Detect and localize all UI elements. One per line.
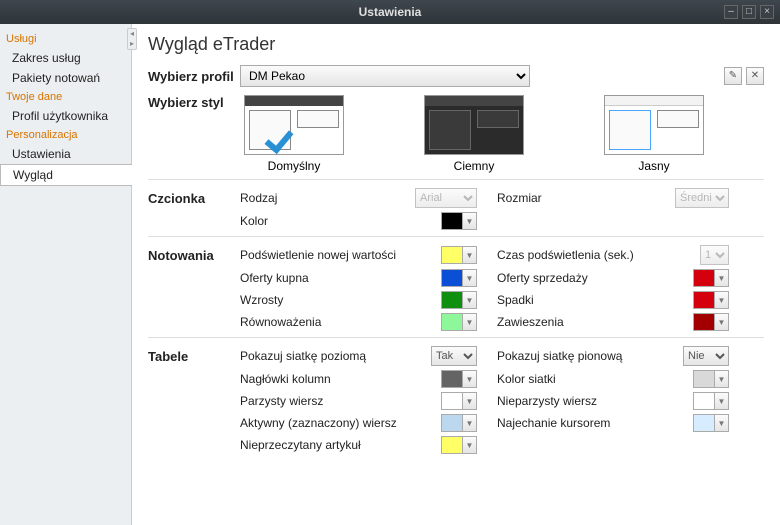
odd-row-color-picker[interactable]: ▼ (693, 392, 729, 410)
vgrid-select[interactable]: Nie (683, 346, 729, 366)
sidebar-header-personalization: Personalizacja (0, 126, 131, 144)
suspension-color-picker[interactable]: ▼ (693, 313, 729, 331)
hgrid-label: Pokazuj siatkę poziomą (240, 349, 415, 363)
style-option-light[interactable]: Jasny (604, 95, 704, 173)
check-icon (265, 116, 301, 146)
hgrid-select[interactable]: Tak (431, 346, 477, 366)
odd-row-label: Nieparzysty wiersz (497, 394, 667, 408)
chevron-down-icon: ▼ (462, 213, 476, 229)
sidebar-item-quote-packages[interactable]: Pakiety notowań (0, 68, 131, 88)
edit-profile-button[interactable]: ✎ (724, 67, 742, 85)
sidebar-header-services: Usługi (0, 30, 131, 48)
up-color-picker[interactable]: ▼ (441, 291, 477, 309)
grid-color-picker[interactable]: ▼ (693, 370, 729, 388)
style-label: Wybierz styl (148, 95, 240, 110)
highlight-time-label: Czas podświetlenia (sek.) (497, 248, 667, 262)
down-color-picker[interactable]: ▼ (693, 291, 729, 309)
balance-label: Równoważenia (240, 315, 415, 329)
highlight-label: Podświetlenie nowej wartości (240, 248, 415, 262)
sidebar-item-service-scope[interactable]: Zakres usług (0, 48, 131, 68)
vgrid-label: Pokazuj siatkę pionową (497, 349, 667, 363)
even-row-label: Parzysty wiersz (240, 394, 415, 408)
section-font: Czcionka (148, 191, 240, 206)
section-tables: Tabele (148, 349, 240, 364)
highlight-time-select: 1 (700, 245, 729, 265)
maximize-button[interactable]: □ (742, 5, 756, 19)
highlight-color-picker[interactable]: ▼ (441, 246, 477, 264)
titlebar: Ustawienia – □ × (0, 0, 780, 24)
sidebar-header-yourdata: Twoje dane (0, 88, 131, 106)
profile-label: Wybierz profil (148, 69, 240, 84)
minimize-button[interactable]: – (724, 5, 738, 19)
font-size-label: Rozmiar (497, 191, 667, 205)
window-title: Ustawienia (0, 5, 780, 19)
header-color-picker[interactable]: ▼ (441, 370, 477, 388)
sidebar-item-user-profile[interactable]: Profil użytkownika (0, 106, 131, 126)
header-color-label: Nagłówki kolumn (240, 372, 415, 386)
bid-label: Oferty kupna (240, 271, 415, 285)
page-title: Wygląd eTrader (148, 34, 764, 55)
profile-select[interactable]: DM Pekao (240, 65, 530, 87)
ask-color-picker[interactable]: ▼ (693, 269, 729, 287)
sidebar-collapse-handle[interactable]: ◂▸ (127, 28, 137, 50)
unread-color-picker[interactable]: ▼ (441, 436, 477, 454)
section-quotes: Notowania (148, 248, 240, 263)
font-family-label: Rodzaj (240, 191, 415, 205)
font-color-picker[interactable]: ▼ (441, 212, 477, 230)
hover-row-color-picker[interactable]: ▼ (693, 414, 729, 432)
ask-label: Oferty sprzedaży (497, 271, 667, 285)
font-family-select: Arial (415, 188, 477, 208)
sidebar-item-appearance[interactable]: Wygląd (0, 164, 132, 186)
hover-row-label: Najechanie kursorem (497, 416, 667, 430)
balance-color-picker[interactable]: ▼ (441, 313, 477, 331)
grid-color-label: Kolor siatki (497, 372, 667, 386)
suspension-label: Zawieszenia (497, 315, 667, 329)
even-row-color-picker[interactable]: ▼ (441, 392, 477, 410)
bid-color-picker[interactable]: ▼ (441, 269, 477, 287)
active-row-label: Aktywny (zaznaczony) wiersz (240, 416, 415, 430)
style-option-default[interactable]: Domyślny (244, 95, 344, 173)
font-color-label: Kolor (240, 214, 415, 228)
up-label: Wzrosty (240, 293, 415, 307)
close-button[interactable]: × (760, 5, 774, 19)
delete-profile-button[interactable]: ✕ (746, 67, 764, 85)
content-area: Wygląd eTrader Wybierz profil DM Pekao ✎… (132, 24, 780, 525)
active-row-color-picker[interactable]: ▼ (441, 414, 477, 432)
sidebar-item-settings[interactable]: Ustawienia (0, 144, 131, 164)
sidebar: ◂▸ Usługi Zakres usług Pakiety notowań T… (0, 24, 132, 525)
font-size-select: Średni (675, 188, 729, 208)
down-label: Spadki (497, 293, 667, 307)
style-option-dark[interactable]: Ciemny (424, 95, 524, 173)
unread-label: Nieprzeczytany artykuł (240, 438, 415, 452)
